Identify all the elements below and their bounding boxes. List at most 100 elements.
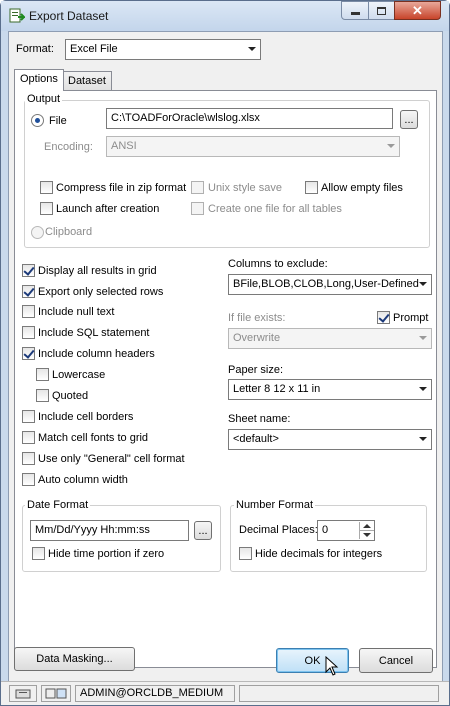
- export-dataset-window: Export Dataset ✕ Format: Excel File Opti…: [0, 0, 450, 706]
- include-null-checkbox[interactable]: [22, 305, 35, 318]
- date-format-value: Mm/Dd/Yyyy Hh:mm:ss: [35, 524, 150, 536]
- prompt-checkbox[interactable]: [377, 311, 390, 324]
- maximize-button[interactable]: [368, 1, 395, 20]
- chevron-down-icon: [419, 387, 427, 391]
- minimize-button[interactable]: [341, 1, 369, 20]
- chevron-down-icon: [419, 437, 427, 441]
- include-headers-label: Include column headers: [38, 348, 155, 360]
- if-exists-value: Overwrite: [233, 332, 281, 344]
- columns-exclude-value: BFile,BLOB,CLOB,Long,User-Defined: [233, 278, 419, 290]
- include-borders-label: Include cell borders: [38, 411, 134, 423]
- browse-file-button[interactable]: ...: [400, 110, 418, 129]
- window-title: Export Dataset: [29, 9, 109, 23]
- format-select[interactable]: Excel File: [65, 39, 261, 60]
- sheet-name-value: <default>: [233, 433, 279, 445]
- include-headers-checkbox[interactable]: [22, 347, 35, 360]
- encoding-value: ANSI: [111, 140, 137, 152]
- number-format-title: Number Format: [234, 499, 316, 511]
- status-bar: ADMIN@ORCLDB_MEDIUM: [1, 681, 449, 705]
- if-exists-select[interactable]: Overwrite: [228, 328, 432, 349]
- include-null-label: Include null text: [38, 306, 115, 318]
- tab-options[interactable]: Options: [14, 69, 64, 91]
- chevron-down-icon: [419, 336, 427, 340]
- chevron-down-icon: [248, 47, 256, 51]
- paper-size-value: Letter 8 12 x 11 in: [233, 383, 321, 395]
- paper-size-label: Paper size:: [228, 364, 284, 376]
- file-path-input[interactable]: C:\TOADForOracle\wlslog.xlsx: [106, 108, 393, 129]
- one-file-checkbox[interactable]: [191, 202, 204, 215]
- display-all-checkbox[interactable]: [22, 264, 35, 277]
- clipboard-label: Clipboard: [45, 226, 93, 238]
- columns-exclude-label: Columns to exclude:: [228, 258, 328, 270]
- format-value: Excel File: [70, 43, 118, 55]
- close-button[interactable]: ✕: [394, 1, 441, 20]
- clipboard-radio[interactable]: [31, 226, 44, 239]
- auto-width-checkbox[interactable]: [22, 473, 35, 486]
- browse-file-label: ...: [404, 113, 414, 126]
- allow-empty-checkbox[interactable]: [305, 181, 318, 194]
- file-radio[interactable]: [31, 114, 44, 127]
- launch-checkbox[interactable]: [40, 202, 53, 215]
- data-masking-button[interactable]: Data Masking...: [14, 647, 135, 671]
- date-format-browse-label: ...: [198, 524, 208, 537]
- tab-dataset-label: Dataset: [68, 75, 106, 87]
- cancel-button[interactable]: Cancel: [359, 648, 433, 673]
- display-all-label: Display all results in grid: [38, 265, 157, 277]
- compress-label: Compress file in zip format: [56, 182, 187, 194]
- tab-options-label: Options: [20, 73, 58, 85]
- file-path-value: C:\TOADForOracle\wlslog.xlsx: [111, 112, 260, 124]
- paper-size-select[interactable]: Letter 8 12 x 11 in: [228, 379, 432, 400]
- date-format-browse-button[interactable]: ...: [194, 521, 212, 540]
- dialog-body: Format: Excel File Options Dataset Outpu…: [8, 31, 443, 699]
- close-icon: ✕: [412, 2, 423, 18]
- include-sql-checkbox[interactable]: [22, 326, 35, 339]
- title-bar: Export Dataset ✕: [1, 1, 449, 31]
- format-label: Format:: [16, 43, 54, 55]
- unix-style-checkbox[interactable]: [191, 181, 204, 194]
- ok-label: OK: [304, 654, 321, 667]
- export-selected-checkbox[interactable]: [22, 285, 35, 298]
- launch-label: Launch after creation: [56, 203, 160, 215]
- tab-dataset[interactable]: Dataset: [62, 71, 112, 91]
- options-panel: Output File C:\TOADForOracle\wlslog.xlsx…: [14, 90, 437, 668]
- include-borders-checkbox[interactable]: [22, 410, 35, 423]
- hide-decimals-label: Hide decimals for integers: [255, 548, 383, 560]
- decimal-places-label: Decimal Places:: [239, 524, 318, 536]
- if-exists-label: If file exists:: [228, 312, 286, 324]
- connection-status: ADMIN@ORCLDB_MEDIUM: [75, 685, 235, 702]
- match-fonts-checkbox[interactable]: [22, 431, 35, 444]
- prompt-label: Prompt: [393, 312, 429, 324]
- general-format-checkbox[interactable]: [22, 452, 35, 465]
- include-sql-label: Include SQL statement: [38, 327, 150, 339]
- minimize-icon: [350, 12, 360, 15]
- columns-exclude-select[interactable]: BFile,BLOB,CLOB,Long,User-Defined: [228, 274, 432, 295]
- general-format-label: Use only "General" cell format: [38, 453, 185, 465]
- compress-checkbox[interactable]: [40, 181, 53, 194]
- encoding-select[interactable]: ANSI: [106, 136, 400, 157]
- encoding-label: Encoding:: [44, 141, 93, 153]
- auto-width-label: Auto column width: [38, 474, 128, 486]
- maximize-icon: [377, 6, 386, 15]
- decimal-places-value: 0: [322, 524, 329, 536]
- lowercase-label: Lowercase: [52, 369, 106, 381]
- sheet-name-select[interactable]: <default>: [228, 429, 432, 450]
- match-fonts-label: Match cell fonts to grid: [38, 432, 149, 444]
- output-title: Output: [25, 93, 63, 105]
- date-format-title: Date Format: [25, 499, 91, 511]
- export-dataset-icon: [9, 8, 27, 24]
- date-format-input[interactable]: Mm/Dd/Yyyy Hh:mm:ss: [30, 520, 189, 541]
- lowercase-checkbox[interactable]: [36, 368, 49, 381]
- connection-icon: [41, 685, 71, 702]
- hide-decimals-checkbox[interactable]: [239, 547, 252, 560]
- allow-empty-label: Allow empty files: [321, 182, 403, 194]
- spin-arrows-icon[interactable]: [359, 522, 374, 539]
- hide-time-checkbox[interactable]: [32, 547, 45, 560]
- cancel-label: Cancel: [378, 654, 414, 667]
- sheet-name-label: Sheet name:: [228, 413, 291, 425]
- decimal-places-stepper[interactable]: 0: [317, 520, 375, 541]
- data-masking-label: Data Masking...: [36, 653, 113, 665]
- quoted-checkbox[interactable]: [36, 389, 49, 402]
- unix-style-label: Unix style save: [208, 182, 282, 194]
- mouse-cursor-icon: [325, 655, 339, 679]
- hide-time-label: Hide time portion if zero: [48, 548, 165, 560]
